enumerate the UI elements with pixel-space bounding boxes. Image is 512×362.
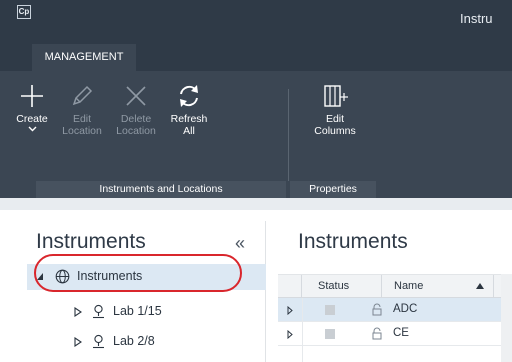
edit-location-button[interactable]: Edit Location xyxy=(58,83,106,137)
sort-ascending-icon[interactable] xyxy=(476,283,484,289)
location-pin-icon xyxy=(93,334,104,349)
delete-location-button[interactable]: Delete Location xyxy=(112,83,160,137)
lock-icon xyxy=(372,303,382,316)
group-instruments-and-locations: Instruments and Locations xyxy=(36,181,286,198)
delete-location-label: Delete Location xyxy=(116,113,156,137)
chevron-down-icon[interactable] xyxy=(28,126,37,132)
location-pin-icon xyxy=(93,304,104,319)
create-label: Create xyxy=(16,113,48,125)
edit-columns-button[interactable]: Edit Columns xyxy=(310,83,360,137)
ribbon: Create Edit Location Delete Location Ref… xyxy=(0,71,512,198)
refresh-all-button[interactable]: Refresh All xyxy=(166,83,212,137)
row-name: CE xyxy=(393,327,409,339)
tree-item-lab-2-8[interactable]: Lab 2/8 xyxy=(27,329,266,355)
title-bar: Cp Instru xyxy=(0,0,512,46)
edit-columns-label: Edit Columns xyxy=(314,113,356,137)
columns-icon xyxy=(324,85,348,107)
tab-management[interactable]: MANAGEMENT xyxy=(32,44,136,71)
tree-item-label: Lab 1/15 xyxy=(113,304,162,318)
header-status[interactable]: Status xyxy=(302,275,382,298)
lock-icon xyxy=(372,327,382,340)
refresh-icon xyxy=(180,85,198,107)
grid-right-edge xyxy=(501,274,512,362)
table-row[interactable]: CE xyxy=(278,322,512,346)
header-expander-column xyxy=(278,275,302,298)
status-indicator xyxy=(325,305,335,315)
instruments-grid-panel: Instruments Status Name ADC CE xyxy=(278,221,512,362)
ribbon-bottom-border xyxy=(0,198,512,210)
app-logo-icon: Cp xyxy=(17,5,31,19)
ribbon-divider xyxy=(288,89,289,181)
create-button[interactable]: Create xyxy=(10,83,54,132)
collapse-panel-button[interactable]: « xyxy=(235,233,245,254)
red-highlight-annotation xyxy=(34,254,242,292)
pencil-icon xyxy=(72,85,93,106)
refresh-all-label: Refresh All xyxy=(170,113,208,137)
window-title: Instru xyxy=(460,11,493,26)
grid-header: Status Name xyxy=(278,274,512,298)
row-name: ADC xyxy=(393,303,418,315)
tree-item-lab-1-15[interactable]: Lab 1/15 xyxy=(27,299,266,325)
left-panel-title: Instruments xyxy=(36,230,146,253)
row-expand-arrow-icon[interactable] xyxy=(287,330,293,339)
tree-item-label: Lab 2/8 xyxy=(113,334,155,348)
collapsed-arrow-icon[interactable] xyxy=(74,307,82,317)
collapsed-arrow-icon[interactable] xyxy=(74,337,82,347)
x-icon xyxy=(126,86,146,106)
row-expand-arrow-icon[interactable] xyxy=(287,306,293,315)
right-panel-title: Instruments xyxy=(298,230,408,253)
plus-icon xyxy=(21,85,43,107)
grid-column-divider xyxy=(302,298,303,362)
group-properties: Properties xyxy=(290,181,376,198)
edit-location-label: Edit Location xyxy=(62,113,102,137)
table-row[interactable]: ADC xyxy=(278,298,512,322)
status-indicator xyxy=(325,329,335,339)
